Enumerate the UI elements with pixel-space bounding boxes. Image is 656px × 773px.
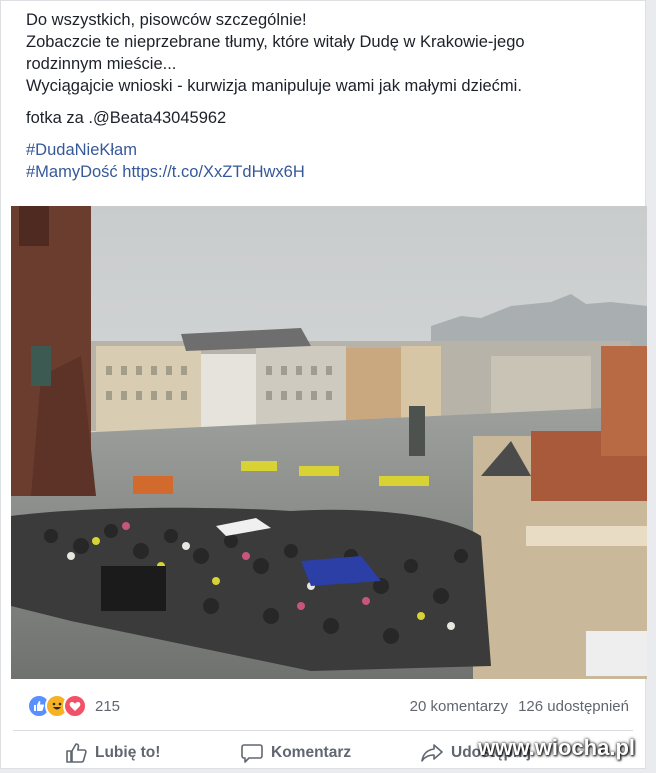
post-stats: 20 komentarzy 126 udostępnień: [410, 698, 629, 715]
comment-button[interactable]: Komentarz: [241, 743, 351, 763]
love-icon: [63, 694, 87, 718]
post-card: Do wszystkich, pisowców szczególnie! Zob…: [0, 0, 647, 769]
comment-button-label: Komentarz: [271, 744, 352, 761]
hashtag-mamydosc[interactable]: #MamyDość: [26, 163, 118, 181]
post-credit: fotka za .@Beata43045962: [26, 109, 227, 127]
reactions-bar[interactable]: 215: [27, 694, 120, 718]
comments-count[interactable]: 20 komentarzy: [410, 698, 508, 715]
divider: [13, 730, 633, 731]
post-link[interactable]: https://t.co/XxZTdHwx6H: [122, 163, 304, 181]
like-button[interactable]: Lubię to!: [65, 743, 160, 763]
share-icon: [421, 744, 443, 762]
like-button-label: Lubię to!: [95, 744, 161, 761]
comment-icon: [241, 744, 263, 763]
post-line-2: Zobaczcie te nieprzebrane tłumy, które w…: [26, 33, 525, 51]
reaction-count[interactable]: 215: [95, 698, 120, 715]
post-line-1: Do wszystkich, pisowców szczególnie!: [26, 11, 307, 29]
shares-count[interactable]: 126 udostępnień: [518, 698, 629, 715]
watermark: www.wiocha.pl: [478, 735, 635, 760]
post-line-3: rodzinnym mieście...: [26, 55, 177, 73]
hashtag-dudanieklam[interactable]: #DudaNieKłam: [26, 141, 137, 159]
crowd-photo[interactable]: [11, 206, 647, 679]
post-line-4: Wyciągajcie wnioski - kurwizja manipuluj…: [26, 77, 522, 95]
thumbs-up-icon: [66, 743, 87, 763]
post-text: Do wszystkich, pisowców szczególnie! Zob…: [26, 9, 636, 183]
